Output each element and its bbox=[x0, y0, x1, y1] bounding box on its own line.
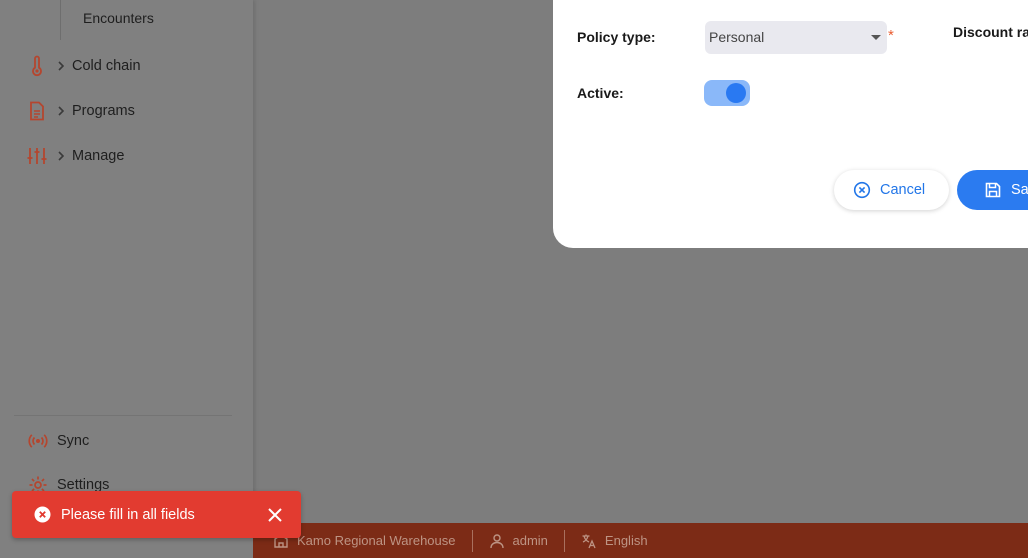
cancel-button[interactable]: Cancel bbox=[834, 170, 949, 210]
error-icon bbox=[34, 506, 51, 523]
save-button[interactable]: Sa bbox=[957, 170, 1028, 210]
cancel-button-label: Cancel bbox=[880, 182, 926, 198]
sidebar: Encounters Cold chain Programs Manage Sy… bbox=[0, 0, 253, 558]
user-indicator[interactable]: admin bbox=[489, 533, 548, 549]
chevron-right-icon bbox=[54, 59, 68, 73]
sidebar-item-label: Programs bbox=[72, 103, 135, 119]
save-icon bbox=[984, 181, 1002, 199]
toast-message: Please fill in all fields bbox=[61, 506, 195, 523]
thermometer-icon bbox=[26, 55, 48, 77]
sidebar-item-manage[interactable]: Manage bbox=[26, 144, 124, 168]
active-label: Active: bbox=[577, 85, 624, 101]
toggle-knob bbox=[726, 83, 746, 103]
save-button-label: Sa bbox=[1011, 182, 1028, 198]
user-icon bbox=[489, 533, 505, 549]
sidebar-subitem-encounters[interactable]: Encounters bbox=[83, 10, 154, 26]
sidebar-item-sync[interactable]: Sync bbox=[28, 430, 89, 452]
language-name: English bbox=[604, 533, 648, 548]
store-name: Kamo Regional Warehouse bbox=[297, 533, 456, 548]
document-icon bbox=[26, 100, 48, 122]
sidebar-item-label: Cold chain bbox=[72, 58, 141, 74]
policy-modal: Policy type: Personal * Discount ra Acti… bbox=[553, 0, 1028, 248]
user-name: admin bbox=[512, 533, 548, 548]
status-bar: Kamo Regional Warehouse admin English bbox=[253, 523, 1028, 558]
sidebar-divider bbox=[14, 415, 232, 416]
error-toast: Please fill in all fields bbox=[12, 491, 301, 538]
broadcast-icon bbox=[28, 431, 48, 451]
policy-type-value: Personal bbox=[709, 29, 765, 45]
required-marker: * bbox=[888, 27, 894, 44]
active-toggle[interactable] bbox=[704, 80, 750, 106]
policy-type-select[interactable]: Personal bbox=[705, 21, 887, 54]
status-divider bbox=[563, 529, 565, 552]
translate-icon bbox=[581, 533, 597, 549]
sidebar-item-cold-chain[interactable]: Cold chain bbox=[26, 54, 141, 78]
chevron-right-icon bbox=[54, 104, 68, 118]
language-indicator[interactable]: English bbox=[581, 533, 648, 549]
sidebar-item-programs[interactable]: Programs bbox=[26, 99, 135, 123]
chevron-right-icon bbox=[54, 149, 68, 163]
sliders-icon bbox=[26, 145, 48, 167]
sidebar-item-label: Manage bbox=[72, 148, 125, 164]
policy-type-label: Policy type: bbox=[577, 29, 656, 45]
discount-rate-label: Discount ra bbox=[953, 24, 1028, 40]
status-divider bbox=[471, 529, 473, 552]
close-icon[interactable] bbox=[266, 506, 284, 524]
chevron-down-icon bbox=[871, 35, 881, 40]
cancel-icon bbox=[853, 181, 871, 199]
sidebar-item-label: Sync bbox=[57, 433, 90, 449]
submenu-rail bbox=[60, 0, 61, 40]
